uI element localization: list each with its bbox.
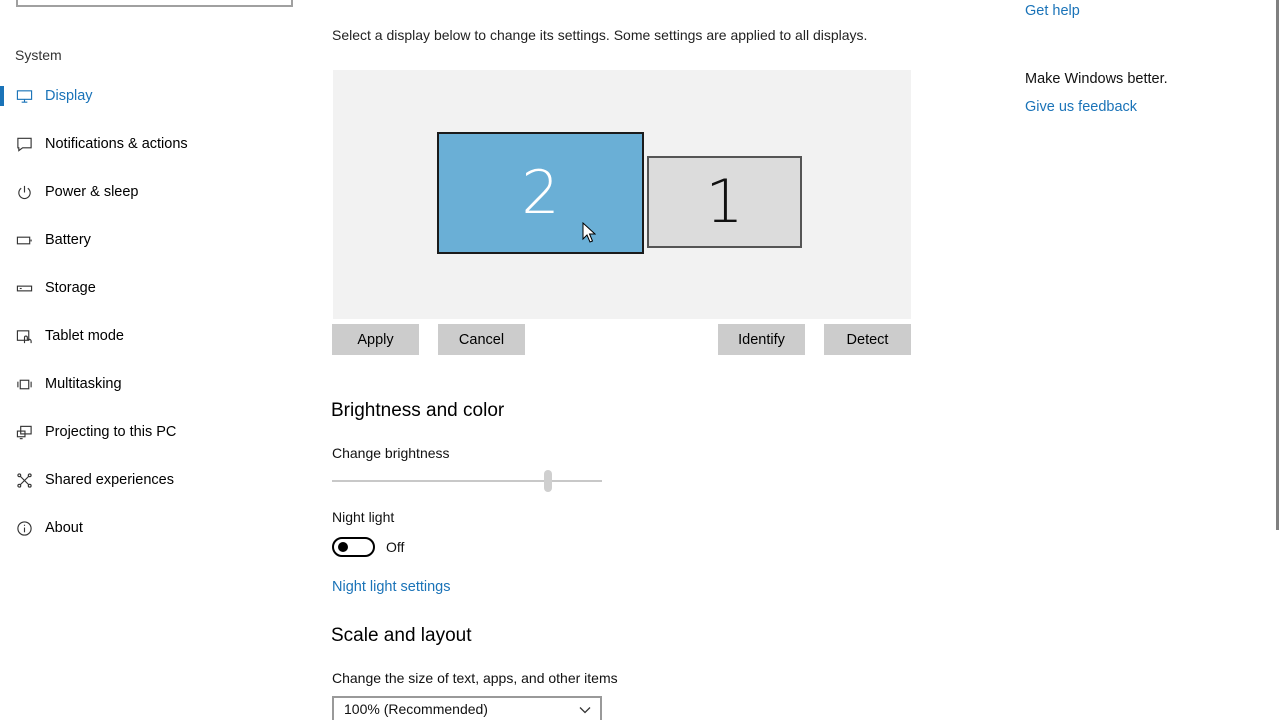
display-arrangement-area: 2 1	[333, 70, 911, 319]
sidebar-item-projecting[interactable]: Projecting to this PC	[0, 408, 300, 456]
night-light-settings-link[interactable]: Night light settings	[332, 579, 450, 595]
get-help-link[interactable]: Get help	[1025, 3, 1080, 19]
mouse-cursor-icon	[582, 221, 597, 244]
storage-icon	[15, 279, 33, 297]
shared-icon	[15, 471, 33, 489]
scale-dropdown-value: 100% (Recommended)	[344, 701, 488, 717]
sidebar-item-multitasking[interactable]: Multitasking	[0, 360, 300, 408]
make-windows-better-text: Make Windows better.	[1025, 71, 1168, 87]
sidebar-item-label: Projecting to this PC	[45, 424, 177, 440]
projecting-icon	[15, 423, 33, 441]
display-intro-text: Select a display below to change its set…	[332, 27, 868, 43]
night-light-state: Off	[386, 539, 405, 555]
sidebar-item-label: Battery	[45, 232, 91, 248]
slider-thumb[interactable]	[544, 470, 552, 492]
power-icon	[15, 183, 33, 201]
multitasking-icon	[15, 375, 33, 393]
sidebar-item-label: Notifications & actions	[45, 136, 188, 152]
toggle-knob	[338, 542, 348, 552]
scale-section-title: Scale and layout	[331, 625, 472, 646]
brightness-label: Change brightness	[332, 445, 450, 461]
sidebar-item-power-sleep[interactable]: Power & sleep	[0, 168, 300, 216]
battery-icon	[15, 231, 33, 249]
display-1-tile[interactable]: 1	[647, 156, 802, 248]
display-number: 1	[705, 167, 744, 237]
sidebar-nav: Display Notifications & actions Power & …	[0, 72, 300, 552]
sidebar-item-label: Tablet mode	[45, 328, 124, 344]
sidebar-item-about[interactable]: About	[0, 504, 300, 552]
sidebar-item-label: Power & sleep	[45, 184, 139, 200]
sidebar-item-shared-experiences[interactable]: Shared experiences	[0, 456, 300, 504]
sidebar-item-label: Shared experiences	[45, 472, 174, 488]
display-number: 2	[521, 158, 560, 228]
apply-button[interactable]: Apply	[332, 324, 419, 355]
detect-button[interactable]: Detect	[824, 324, 911, 355]
tablet-icon	[15, 327, 33, 345]
sidebar-item-label: Display	[45, 88, 93, 104]
sidebar-item-label: About	[45, 520, 83, 536]
sidebar-item-battery[interactable]: Battery	[0, 216, 300, 264]
give-feedback-link[interactable]: Give us feedback	[1025, 99, 1137, 115]
sidebar-item-tablet-mode[interactable]: Tablet mode	[0, 312, 300, 360]
scale-dropdown[interactable]: 100% (Recommended)	[332, 696, 602, 720]
brightness-slider[interactable]	[332, 470, 602, 492]
display-2-tile[interactable]: 2	[437, 132, 644, 254]
night-light-label: Night light	[332, 509, 395, 525]
night-light-toggle[interactable]	[332, 537, 375, 557]
sidebar-section-label: System	[15, 47, 62, 63]
chevron-down-icon	[578, 703, 592, 717]
monitor-icon	[15, 87, 33, 105]
sidebar-item-storage[interactable]: Storage	[0, 264, 300, 312]
search-box[interactable]	[16, 0, 293, 7]
info-icon	[15, 519, 33, 537]
sidebar-item-label: Storage	[45, 280, 96, 296]
slider-fill	[332, 480, 548, 482]
scrollbar[interactable]	[1276, 0, 1279, 530]
sidebar-item-notifications[interactable]: Notifications & actions	[0, 120, 300, 168]
scale-label: Change the size of text, apps, and other…	[332, 670, 618, 686]
identify-button[interactable]: Identify	[718, 324, 805, 355]
sidebar-item-display[interactable]: Display	[0, 72, 300, 120]
message-icon	[15, 135, 33, 153]
sidebar-item-label: Multitasking	[45, 376, 122, 392]
brightness-section-title: Brightness and color	[331, 400, 505, 421]
cancel-button[interactable]: Cancel	[438, 324, 525, 355]
